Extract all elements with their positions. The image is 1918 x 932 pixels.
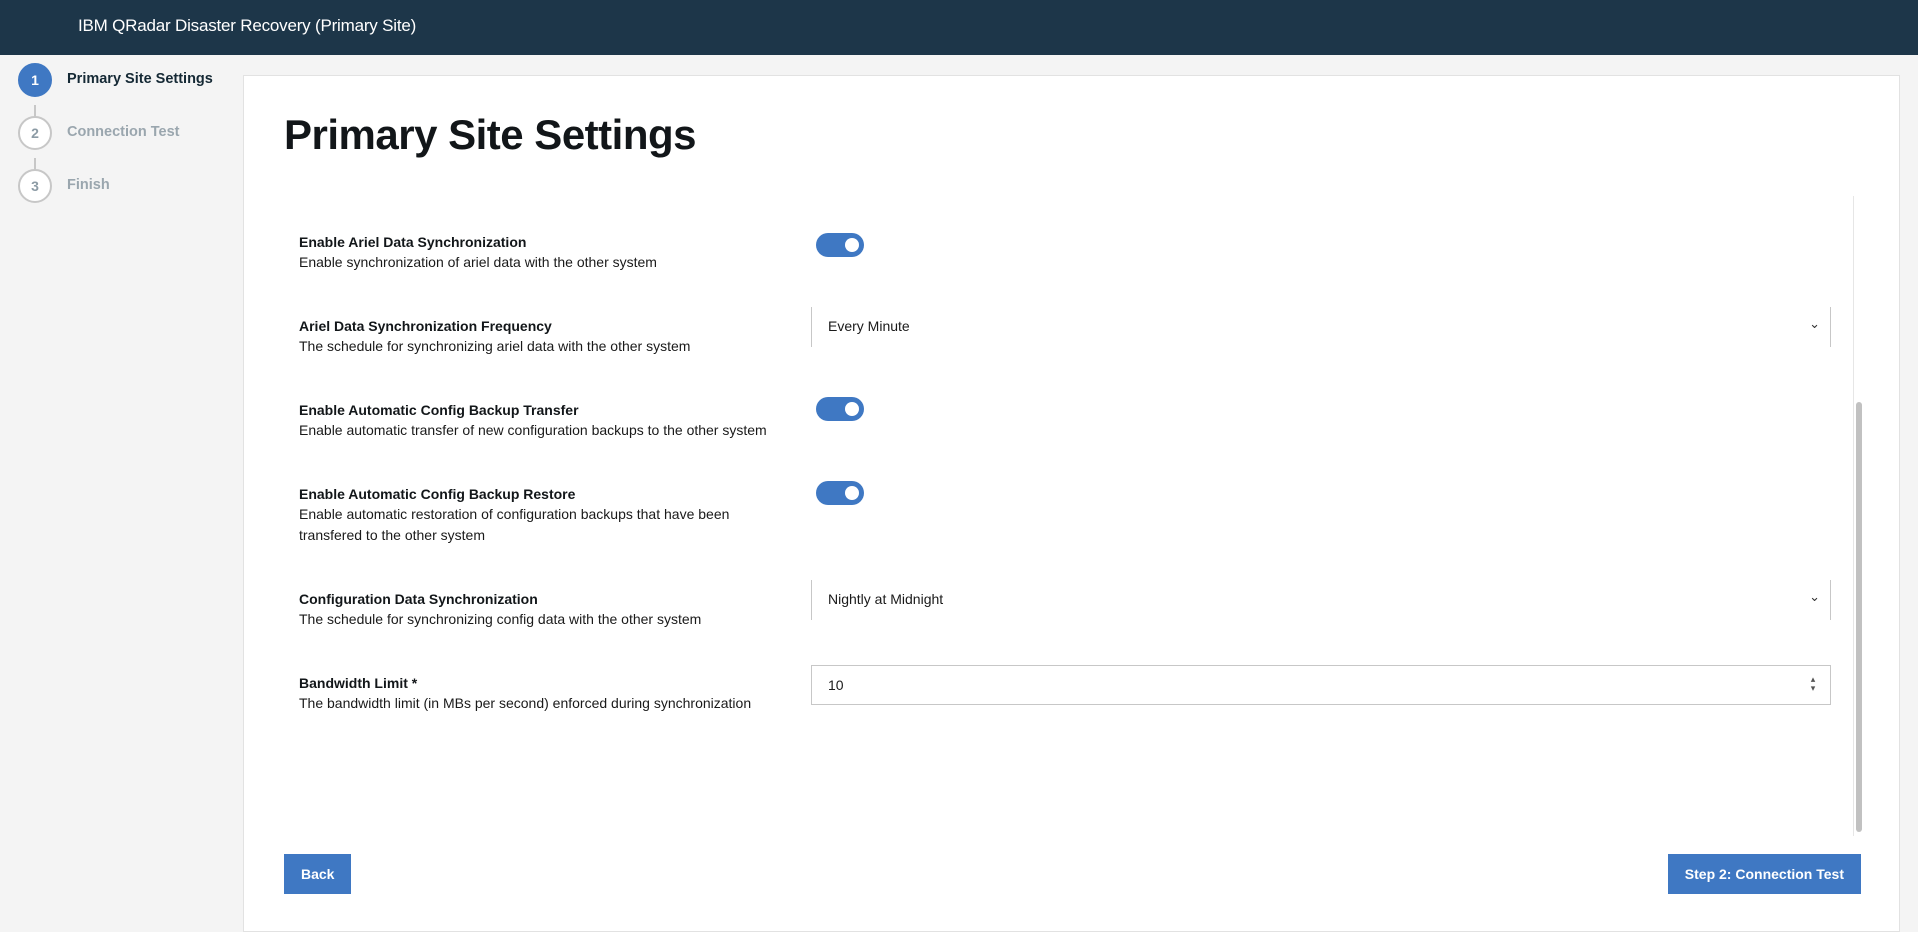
step-label: Primary Site Settings <box>67 71 213 87</box>
chevron-down-icon: ⌄ <box>1809 316 1820 331</box>
setting-description: Enable synchronization of ariel data wit… <box>299 254 657 270</box>
toggle-knob <box>845 238 859 252</box>
setting-row-config-backup-restore: Enable Automatic Config Backup Restore E… <box>299 481 1829 546</box>
input-value: 10 <box>828 677 844 693</box>
step-label: Connection Test <box>67 124 180 140</box>
settings-scroll-area[interactable]: Enable Ariel Data Synchronization Enable… <box>284 196 1862 836</box>
step-number: 1 <box>18 63 52 97</box>
next-step-button[interactable]: Step 2: Connection Test <box>1667 854 1861 894</box>
scrollbar-track[interactable] <box>1853 196 1864 836</box>
setting-row-config-sync: Configuration Data Synchronization The s… <box>299 580 1831 630</box>
scrollbar-thumb[interactable] <box>1856 402 1862 832</box>
setting-description: The schedule for synchronizing ariel dat… <box>299 338 691 354</box>
setting-row-bandwidth-limit: Bandwidth Limit * The bandwidth limit (i… <box>299 665 1831 714</box>
setting-label: Enable Automatic Config Backup Transfer <box>299 402 579 418</box>
setting-row-ariel-sync: Enable Ariel Data Synchronization Enable… <box>299 232 1829 273</box>
setting-label: Enable Ariel Data Synchronization <box>299 234 527 250</box>
chevron-down-icon: ⌄ <box>1809 589 1820 604</box>
setting-label: Enable Automatic Config Backup Restore <box>299 486 576 502</box>
setting-row-config-backup-transfer: Enable Automatic Config Backup Transfer … <box>299 397 1829 441</box>
step-primary-site-settings[interactable]: 1 Primary Site Settings <box>18 63 243 97</box>
ariel-sync-toggle[interactable] <box>816 233 864 257</box>
setting-description: Enable automatic transfer of new configu… <box>299 422 767 438</box>
settings-card: Primary Site Settings Enable Ariel Data … <box>243 75 1900 932</box>
app-header: IBM QRadar Disaster Recovery (Primary Si… <box>0 0 1918 55</box>
ariel-frequency-select[interactable]: Every Minute ⌄ <box>811 307 1831 347</box>
setting-description: The bandwidth limit (in MBs per second) … <box>299 695 752 711</box>
wizard-stepper: 1 Primary Site Settings 2 Connection Tes… <box>0 55 243 932</box>
select-value: Nightly at Midnight <box>828 591 944 607</box>
setting-row-ariel-frequency: Ariel Data Synchronization Frequency The… <box>299 307 1831 357</box>
bandwidth-limit-input[interactable]: 10 ▴ ▾ <box>811 665 1831 705</box>
config-backup-restore-toggle[interactable] <box>816 481 864 505</box>
step-finish[interactable]: 3 Finish <box>18 169 243 203</box>
toggle-knob <box>845 402 859 416</box>
setting-description: The schedule for synchronizing config da… <box>299 611 702 627</box>
up-down-spinner-icon[interactable]: ▴ ▾ <box>1808 675 1818 693</box>
page-title: Primary Site Settings <box>284 111 696 158</box>
step-label: Finish <box>67 177 110 193</box>
step-number: 2 <box>18 116 52 150</box>
select-value: Every Minute <box>828 318 910 334</box>
back-button[interactable]: Back <box>284 854 352 894</box>
config-sync-select[interactable]: Nightly at Midnight ⌄ <box>811 580 1831 620</box>
step-number: 3 <box>18 169 52 203</box>
toggle-knob <box>845 486 859 500</box>
step-connection-test[interactable]: 2 Connection Test <box>18 116 243 150</box>
setting-description: Enable automatic restoration of configur… <box>299 506 730 543</box>
config-backup-transfer-toggle[interactable] <box>816 397 864 421</box>
app-title: IBM QRadar Disaster Recovery (Primary Si… <box>78 16 417 35</box>
